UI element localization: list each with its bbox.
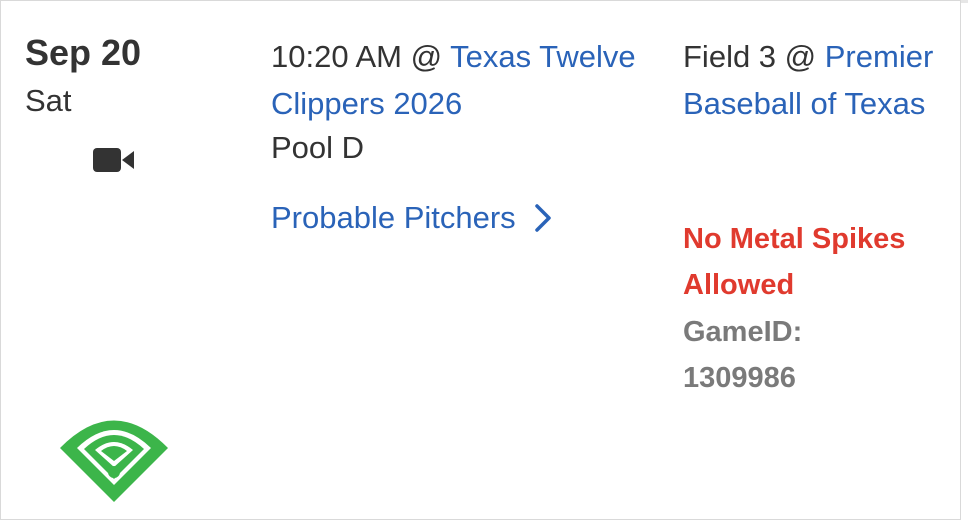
pool-label: Pool D (271, 130, 365, 165)
game-card: Sep 20 Sat 10:20 AM @ Texas Twelve Clipp… (0, 0, 961, 520)
game-date: Sep 20 (25, 32, 142, 73)
warning-text: No Metal Spikes Allowed (683, 223, 906, 301)
field-label: Field 3 @ (683, 39, 825, 74)
wifi-diamond-logo[interactable] (55, 405, 173, 505)
game-time-opponent: 10:20 AM @ Texas Twelve Clippers 2026 (271, 33, 651, 127)
game-id-value: 1309986 (683, 362, 796, 394)
video-camera-icon[interactable] (93, 147, 135, 173)
game-time: 10:20 AM @ (271, 39, 451, 74)
game-id-label: GameID: (683, 316, 803, 348)
probable-pitchers-label[interactable]: Probable Pitchers (271, 196, 516, 240)
field-venue: Field 3 @ Premier Baseball of Texas (683, 33, 953, 127)
chevron-right-icon[interactable] (534, 203, 552, 233)
probable-pitchers-link[interactable]: Probable Pitchers (271, 196, 552, 240)
game-id: GameID: 1309986 (683, 309, 953, 401)
game-weekday: Sat (25, 83, 72, 118)
